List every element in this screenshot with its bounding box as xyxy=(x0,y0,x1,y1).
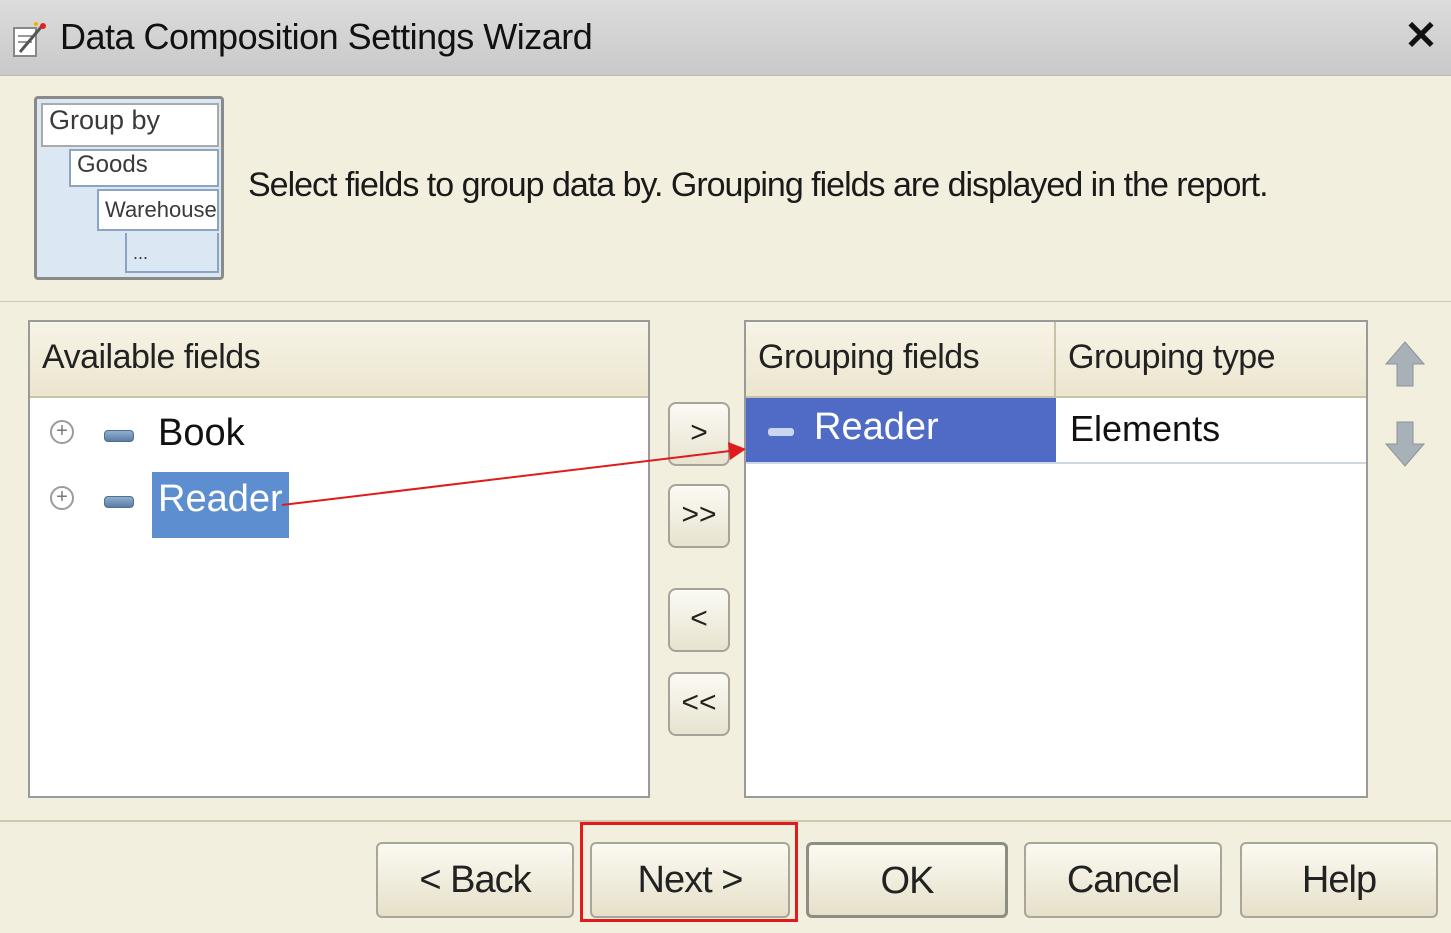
illustration-row: ... xyxy=(125,233,219,273)
window-title: Data Composition Settings Wizard xyxy=(60,16,593,57)
title-bar: Data Composition Settings Wizard ✕ xyxy=(0,0,1451,76)
table-row[interactable]: Reader Elements xyxy=(746,398,1366,464)
tree-item-label[interactable]: Reader xyxy=(152,472,289,538)
grouping-field-cell[interactable]: Reader xyxy=(746,398,1056,462)
help-button[interactable]: Help xyxy=(1240,842,1438,918)
grouping-type-header[interactable]: Grouping type xyxy=(1056,322,1366,398)
cancel-button[interactable]: Cancel xyxy=(1024,842,1222,918)
grouping-field-label: Reader xyxy=(814,406,939,448)
field-icon xyxy=(768,428,794,436)
expand-icon[interactable]: + xyxy=(50,486,74,510)
remove-all-fields-button[interactable]: << xyxy=(668,672,730,736)
illustration-row: Group by xyxy=(41,103,219,147)
field-icon xyxy=(104,496,134,508)
move-up-icon[interactable] xyxy=(1384,340,1426,388)
footer-divider xyxy=(0,820,1451,822)
tree-item-reader[interactable]: + Reader xyxy=(30,466,630,538)
available-fields-panel[interactable]: Available fields + Book + Reader xyxy=(28,320,650,798)
grouping-fields-panel[interactable]: Grouping fields Grouping type Reader Ele… xyxy=(744,320,1368,798)
expand-icon[interactable]: + xyxy=(50,420,74,444)
move-down-icon[interactable] xyxy=(1384,420,1426,468)
step-description: Select fields to group data by. Grouping… xyxy=(248,166,1269,204)
grouping-fields-header[interactable]: Grouping fields xyxy=(746,322,1056,398)
wizard-icon xyxy=(13,22,46,57)
close-icon[interactable]: ✕ xyxy=(1401,14,1441,58)
add-all-fields-button[interactable]: >> xyxy=(668,484,730,548)
grouping-type-cell[interactable]: Elements xyxy=(1056,398,1366,462)
wizard-header: Group by Goods Warehouse ... Select fiel… xyxy=(0,76,1451,302)
illustration-row: Goods xyxy=(69,149,219,187)
tree-item-label[interactable]: Book xyxy=(152,406,251,472)
add-field-button[interactable]: > xyxy=(668,402,730,466)
ok-button[interactable]: OK xyxy=(806,842,1008,918)
tree-item-book[interactable]: + Book xyxy=(30,400,630,466)
available-fields-header: Available fields xyxy=(30,322,648,398)
illustration-row: Warehouse xyxy=(97,189,219,231)
back-button[interactable]: < Back xyxy=(376,842,574,918)
remove-field-button[interactable]: < xyxy=(668,588,730,652)
field-icon xyxy=(104,430,134,442)
group-by-illustration-icon: Group by Goods Warehouse ... xyxy=(34,96,224,280)
next-button[interactable]: Next > xyxy=(590,842,790,918)
